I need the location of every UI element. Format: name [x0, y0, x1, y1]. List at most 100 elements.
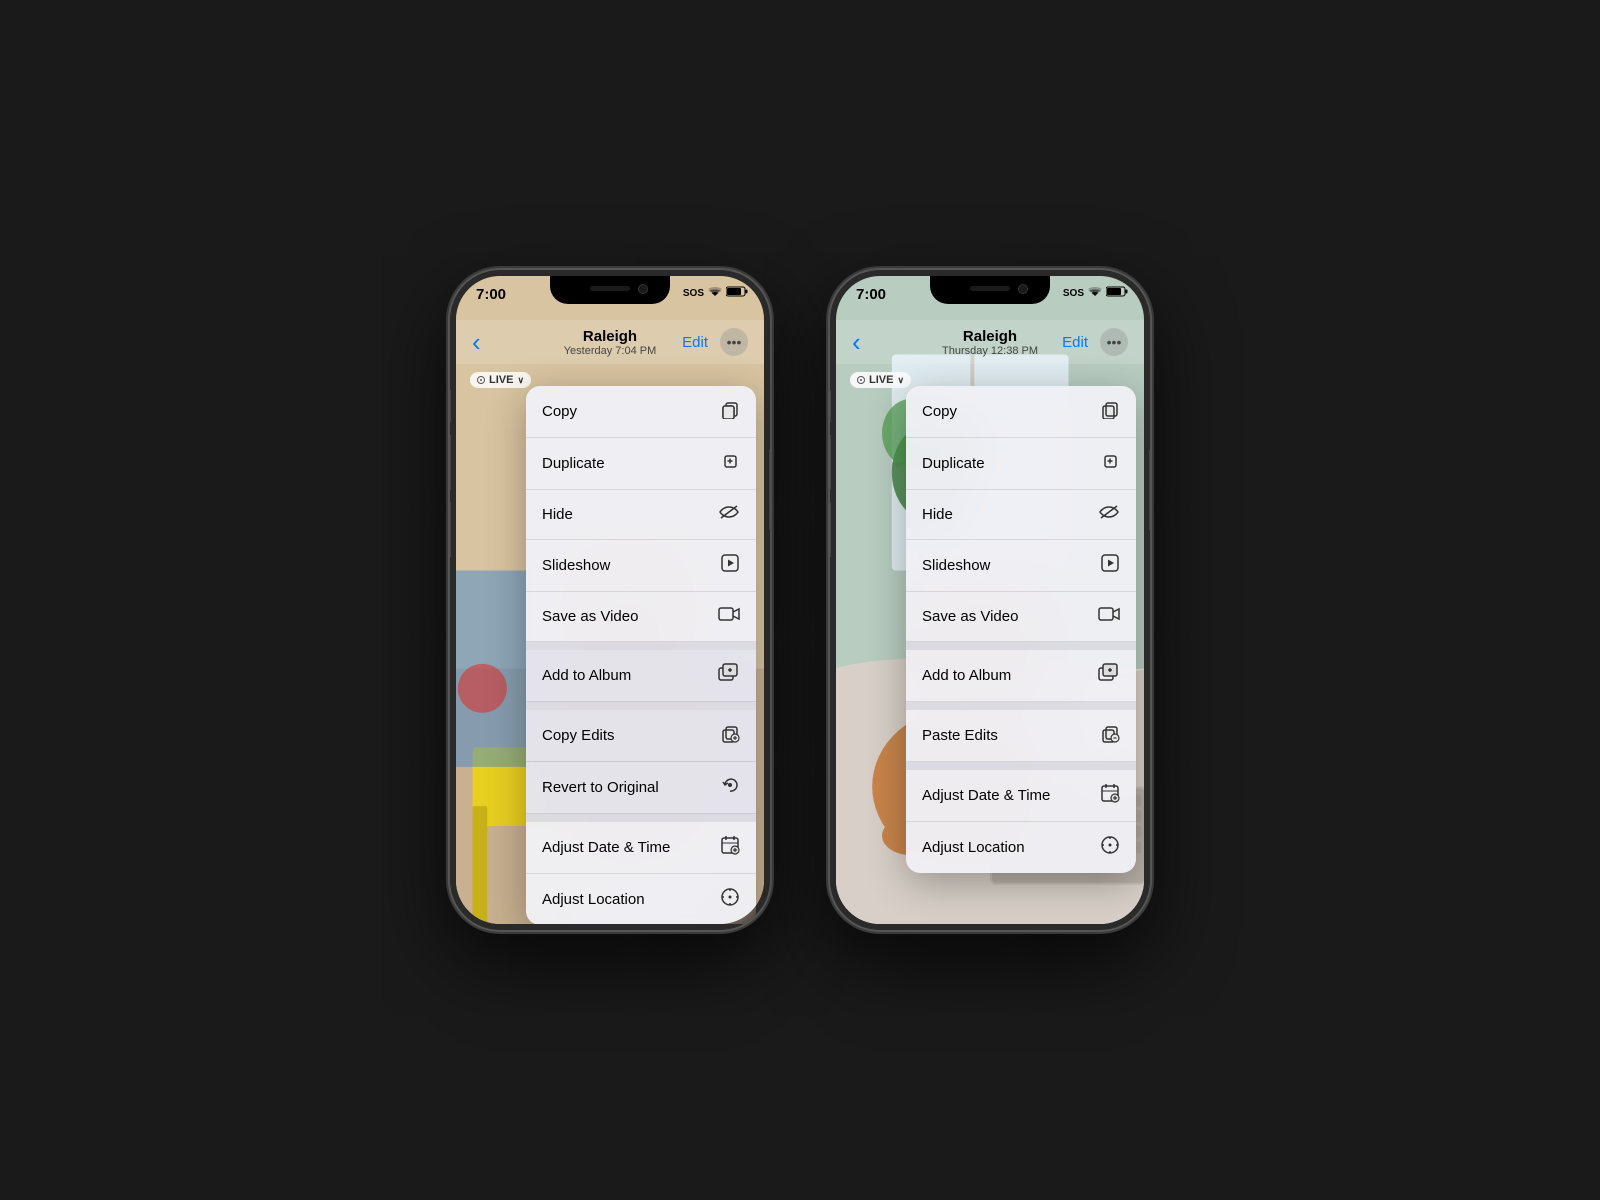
volume-down-button[interactable] [450, 502, 451, 557]
volume-down-button-right[interactable] [830, 502, 831, 557]
menu-add-album-label-right: Add to Album [922, 667, 1011, 684]
live-chevron-left: ∨ [517, 375, 524, 386]
save-video-icon-left [718, 605, 740, 628]
menu-duplicate-right[interactable]: Duplicate [906, 438, 1136, 490]
power-button-right[interactable] [1149, 450, 1150, 530]
separator-2-left [526, 702, 756, 710]
more-button-right[interactable]: ••• [1100, 328, 1128, 356]
menu-hide-right[interactable]: Hide [906, 490, 1136, 540]
menu-add-album-label-left: Add to Album [542, 667, 631, 684]
live-chevron-right: ∨ [897, 375, 904, 386]
back-button-left[interactable]: ‹ [472, 327, 541, 358]
menu-slideshow-label-left: Slideshow [542, 557, 610, 574]
menu-duplicate-left[interactable]: Duplicate [526, 438, 756, 490]
battery-icon-right [1106, 286, 1128, 300]
menu-adjust-date-label-right: Adjust Date & Time [922, 787, 1050, 804]
live-dot-left [477, 376, 485, 384]
menu-adjust-location-left[interactable]: Adjust Location [526, 874, 756, 924]
more-dots-icon-left: ••• [727, 334, 742, 350]
paste-edits-icon-right [1100, 723, 1120, 748]
menu-copy-label-right: Copy [922, 403, 957, 420]
menu-duplicate-label-left: Duplicate [542, 455, 605, 472]
menu-copy-label-left: Copy [542, 403, 577, 420]
nav-actions-left: Edit ••• [679, 328, 748, 356]
right-phone: 7:00 SOS ‹ Raleigh Thursday 12:38 PM [830, 270, 1150, 930]
context-menu-left: Copy Duplicate Hide [526, 386, 756, 924]
slideshow-icon-left [720, 553, 740, 578]
camera-left [638, 284, 648, 294]
duplicate-icon-left [720, 451, 740, 476]
menu-copy-edits-left[interactable]: Copy Edits [526, 710, 756, 762]
more-button-left[interactable]: ••• [720, 328, 748, 356]
more-dots-icon-right: ••• [1107, 334, 1122, 350]
left-phone: 7:00 SOS ‹ Raleigh Yesterday 7:04 PM [450, 270, 770, 930]
copy-icon-right [1100, 399, 1120, 424]
separator-1-left [526, 642, 756, 650]
menu-duplicate-label-right: Duplicate [922, 455, 985, 472]
menu-paste-edits-right[interactable]: Paste Edits [906, 710, 1136, 762]
duplicate-icon-right [1100, 451, 1120, 476]
menu-adjust-location-right[interactable]: Adjust Location [906, 822, 1136, 873]
menu-save-video-label-right: Save as Video [922, 608, 1018, 625]
silent-switch-right [830, 390, 831, 422]
adjust-date-icon-right [1100, 783, 1120, 808]
menu-adjust-date-right[interactable]: Adjust Date & Time [906, 770, 1136, 822]
notch-right [930, 276, 1050, 304]
separator-3-left [526, 814, 756, 822]
menu-hide-label-right: Hide [922, 506, 953, 523]
copy-edits-icon-left [720, 723, 740, 748]
menu-adjust-location-label-left: Adjust Location [542, 891, 645, 908]
live-label-left: LIVE [489, 374, 513, 386]
menu-slideshow-right[interactable]: Slideshow [906, 540, 1136, 592]
status-icons-left: SOS [683, 286, 748, 300]
menu-hide-left[interactable]: Hide [526, 490, 756, 540]
menu-slideshow-left[interactable]: Slideshow [526, 540, 756, 592]
volume-up-button[interactable] [450, 435, 451, 490]
separator-3-right [906, 762, 1136, 770]
menu-copy-edits-label-left: Copy Edits [542, 727, 615, 744]
menu-add-album-right[interactable]: Add to Album [906, 650, 1136, 702]
live-badge-left[interactable]: LIVE ∨ [470, 372, 531, 388]
wifi-icon-right [1088, 287, 1102, 300]
photo-title-left: Raleigh [541, 328, 679, 345]
separator-1-right [906, 642, 1136, 650]
menu-copy-left[interactable]: Copy [526, 386, 756, 438]
nav-actions-right: Edit ••• [1059, 328, 1128, 356]
menu-adjust-location-label-right: Adjust Location [922, 839, 1025, 856]
menu-add-album-left[interactable]: Add to Album [526, 650, 756, 702]
menu-revert-left[interactable]: Revert to Original [526, 762, 756, 814]
revert-icon-left [720, 775, 740, 800]
menu-paste-edits-label-right: Paste Edits [922, 727, 998, 744]
nav-bar-left: ‹ Raleigh Yesterday 7:04 PM Edit ••• [456, 320, 764, 364]
adjust-date-icon-left [720, 835, 740, 860]
silent-switch [450, 390, 451, 422]
context-menu-right: Copy Duplicate Hide [906, 386, 1136, 873]
nav-title-left: Raleigh Yesterday 7:04 PM [541, 328, 679, 357]
menu-save-video-left[interactable]: Save as Video [526, 592, 756, 642]
menu-save-video-right[interactable]: Save as Video [906, 592, 1136, 642]
menu-revert-label-left: Revert to Original [542, 779, 659, 796]
add-album-icon-right [1098, 663, 1120, 688]
copy-icon-left [720, 399, 740, 424]
menu-adjust-date-label-left: Adjust Date & Time [542, 839, 670, 856]
nav-title-right: Raleigh Thursday 12:38 PM [921, 328, 1059, 357]
adjust-location-icon-left [720, 887, 740, 912]
edit-button-left[interactable]: Edit [682, 334, 708, 351]
menu-adjust-date-left[interactable]: Adjust Date & Time [526, 822, 756, 874]
status-icons-right: SOS [1063, 286, 1128, 300]
edit-button-right[interactable]: Edit [1062, 334, 1088, 351]
menu-slideshow-label-right: Slideshow [922, 557, 990, 574]
live-badge-right[interactable]: LIVE ∨ [850, 372, 911, 388]
power-button[interactable] [769, 450, 770, 530]
menu-copy-right[interactable]: Copy [906, 386, 1136, 438]
hide-icon-left [718, 503, 740, 526]
photo-subtitle-right: Thursday 12:38 PM [921, 345, 1059, 357]
menu-save-video-label-left: Save as Video [542, 608, 638, 625]
volume-up-button-right[interactable] [830, 435, 831, 490]
back-button-right[interactable]: ‹ [852, 327, 921, 358]
speaker-left [590, 286, 630, 291]
add-album-icon-left [718, 663, 740, 688]
sos-label-right: SOS [1063, 288, 1084, 299]
nav-bar-right: ‹ Raleigh Thursday 12:38 PM Edit ••• [836, 320, 1144, 364]
menu-hide-label-left: Hide [542, 506, 573, 523]
